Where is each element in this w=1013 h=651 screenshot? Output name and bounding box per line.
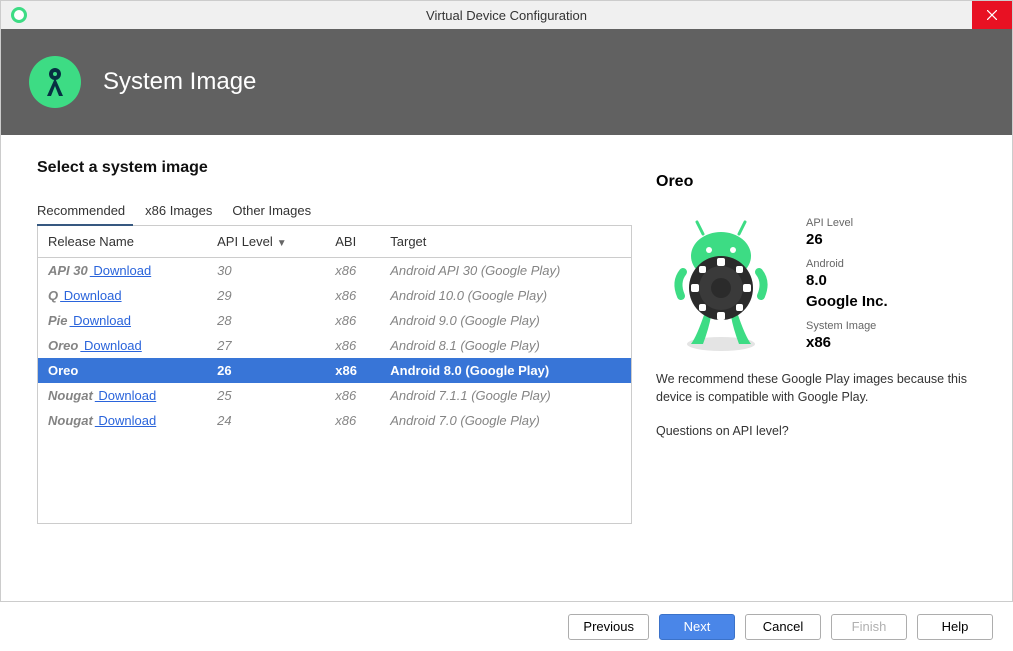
cell-release-name: Nougat Download — [38, 408, 207, 433]
cell-api: 30 — [207, 258, 325, 284]
download-link[interactable]: Download — [60, 288, 121, 303]
release-mascot-image — [656, 211, 786, 361]
cell-target: Android API 30 (Google Play) — [380, 258, 631, 284]
detail-sysimg-value: x86 — [806, 334, 980, 351]
detail-recommendation: We recommend these Google Play images be… — [656, 371, 980, 406]
detail-api-value: 26 — [806, 231, 980, 248]
cell-abi: x86 — [325, 283, 380, 308]
detail-vendor: Google Inc. — [806, 293, 980, 310]
app-icon — [11, 7, 27, 23]
detail-question-link[interactable]: Questions on API level? — [656, 424, 980, 438]
cell-release-name: API 30 Download — [38, 258, 207, 284]
col-target[interactable]: Target — [380, 226, 631, 258]
col-api-level[interactable]: API Level▼ — [207, 226, 325, 258]
table-row[interactable]: API 30 Download30x86Android API 30 (Goog… — [38, 258, 631, 284]
cell-target: Android 7.0 (Google Play) — [380, 408, 631, 433]
download-link[interactable]: Download — [80, 338, 141, 353]
cell-abi: x86 — [325, 258, 380, 284]
cell-release-name: Q Download — [38, 283, 207, 308]
cell-abi: x86 — [325, 383, 380, 408]
title-bar: Virtual Device Configuration — [1, 1, 1012, 29]
cell-target: Android 7.1.1 (Google Play) — [380, 383, 631, 408]
table-row[interactable]: Nougat Download25x86Android 7.1.1 (Googl… — [38, 383, 631, 408]
cell-abi: x86 — [325, 408, 380, 433]
cancel-button[interactable]: Cancel — [745, 614, 821, 640]
tab-bar: Recommended x86 Images Other Images — [37, 197, 632, 226]
cell-release-name: Oreo Download — [38, 333, 207, 358]
cell-abi: x86 — [325, 358, 380, 383]
page-title: System Image — [103, 68, 256, 96]
finish-button: Finish — [831, 614, 907, 640]
tab-other-images[interactable]: Other Images — [232, 197, 319, 225]
system-image-table: Release Name API Level▼ ABI Target API 3… — [37, 226, 632, 524]
cell-target: Android 9.0 (Google Play) — [380, 308, 631, 333]
download-link[interactable]: Download — [70, 313, 131, 328]
sort-indicator-icon: ▼ — [277, 238, 287, 249]
tab-x86-images[interactable]: x86 Images — [145, 197, 220, 225]
cell-target: Android 8.1 (Google Play) — [380, 333, 631, 358]
table-row[interactable]: Q Download29x86Android 10.0 (Google Play… — [38, 283, 631, 308]
download-link[interactable]: Download — [90, 263, 151, 278]
detail-panel: Oreo — [652, 159, 984, 524]
table-row[interactable]: Nougat Download24x86Android 7.0 (Google … — [38, 408, 631, 433]
table-row[interactable]: Oreo Download27x86Android 8.1 (Google Pl… — [38, 333, 631, 358]
table-row[interactable]: Pie Download28x86Android 9.0 (Google Pla… — [38, 308, 631, 333]
close-icon — [987, 10, 997, 20]
col-release-name[interactable]: Release Name — [38, 226, 207, 258]
cell-abi: x86 — [325, 308, 380, 333]
detail-android-label: Android — [806, 258, 980, 270]
cell-api: 29 — [207, 283, 325, 308]
detail-sysimg-label: System Image — [806, 320, 980, 332]
cell-target: Android 8.0 (Google Play) — [380, 358, 631, 383]
cell-release-name: Nougat Download — [38, 383, 207, 408]
cell-api: 26 — [207, 358, 325, 383]
cell-api: 27 — [207, 333, 325, 358]
cell-api: 24 — [207, 408, 325, 433]
cell-target: Android 10.0 (Google Play) — [380, 283, 631, 308]
download-link[interactable]: Download — [95, 413, 156, 428]
cell-api: 25 — [207, 383, 325, 408]
download-link[interactable]: Download — [95, 388, 156, 403]
detail-android-value: 8.0 — [806, 272, 980, 289]
cell-api: 28 — [207, 308, 325, 333]
footer-bar: Previous Next Cancel Finish Help — [0, 601, 1013, 651]
next-button[interactable]: Next — [659, 614, 735, 640]
col-abi[interactable]: ABI — [325, 226, 380, 258]
cell-release-name: Oreo — [38, 358, 207, 383]
window-title: Virtual Device Configuration — [426, 8, 587, 23]
android-studio-icon — [29, 56, 81, 108]
header-banner: System Image — [1, 29, 1012, 135]
section-title: Select a system image — [37, 159, 632, 177]
detail-title: Oreo — [656, 173, 980, 191]
tab-recommended[interactable]: Recommended — [37, 197, 133, 226]
help-button[interactable]: Help — [917, 614, 993, 640]
table-row[interactable]: Oreo26x86Android 8.0 (Google Play) — [38, 358, 631, 383]
cell-abi: x86 — [325, 333, 380, 358]
detail-api-label: API Level — [806, 217, 980, 229]
previous-button[interactable]: Previous — [568, 614, 649, 640]
cell-release-name: Pie Download — [38, 308, 207, 333]
close-button[interactable] — [972, 1, 1012, 29]
